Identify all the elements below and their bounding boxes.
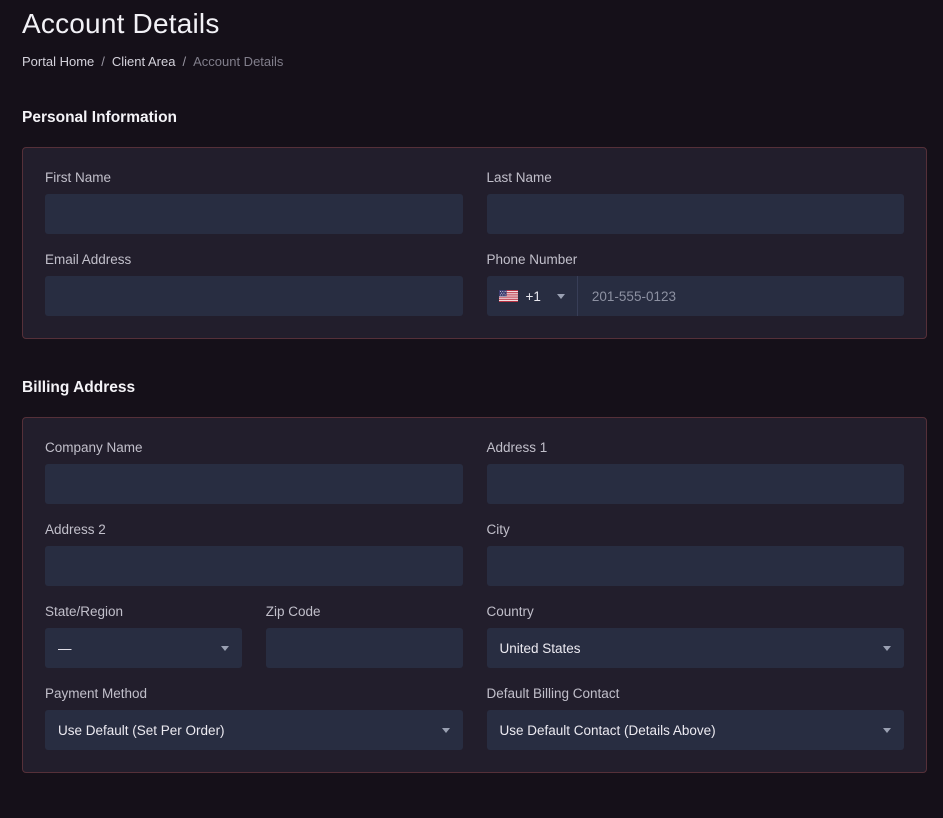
payment-method-label: Payment Method [45,686,463,701]
city-input[interactable] [487,546,905,586]
payment-method-value: Use Default (Set Per Order) [58,723,225,738]
email-address-input[interactable] [45,276,463,316]
us-flag-icon [499,290,518,302]
breadcrumb-client-area[interactable]: Client Area [112,54,176,69]
page-title: Account Details [22,8,927,40]
chevron-down-icon [883,646,891,651]
company-name-input[interactable] [45,464,463,504]
chevron-down-icon [883,728,891,733]
billing-address-heading: Billing Address [22,379,927,397]
address1-field: Address 1 [487,440,905,504]
dial-code-value: +1 [526,289,541,304]
payment-method-field: Payment Method Use Default (Set Per Orde… [45,686,463,750]
state-region-field: State/Region — [45,604,242,668]
breadcrumb-separator: / [182,54,186,69]
address1-label: Address 1 [487,440,905,455]
breadcrumb-portal-home[interactable]: Portal Home [22,54,94,69]
company-name-label: Company Name [45,440,463,455]
last-name-input[interactable] [487,194,905,234]
chevron-down-icon [442,728,450,733]
billing-address-card: Company Name Address 1 Address 2 City St… [22,417,927,773]
default-billing-contact-select[interactable]: Use Default Contact (Details Above) [487,710,905,750]
default-billing-contact-field: Default Billing Contact Use Default Cont… [487,686,905,750]
country-label: Country [487,604,905,619]
state-region-select[interactable]: — [45,628,242,668]
address1-input[interactable] [487,464,905,504]
address2-input[interactable] [45,546,463,586]
country-value: United States [500,641,581,656]
personal-information-heading: Personal Information [22,109,927,127]
last-name-field: Last Name [487,170,905,234]
email-address-field: Email Address [45,252,463,316]
phone-input-group: +1 [487,276,905,316]
chevron-down-icon [221,646,229,651]
address2-label: Address 2 [45,522,463,537]
chevron-down-icon [557,294,565,299]
zip-code-input[interactable] [266,628,463,668]
company-name-field: Company Name [45,440,463,504]
payment-method-select[interactable]: Use Default (Set Per Order) [45,710,463,750]
first-name-field: First Name [45,170,463,234]
default-billing-contact-value: Use Default Contact (Details Above) [500,723,716,738]
breadcrumb-current: Account Details [193,54,283,69]
breadcrumb-separator: / [101,54,105,69]
state-region-label: State/Region [45,604,242,619]
zip-code-field: Zip Code [266,604,463,668]
last-name-label: Last Name [487,170,905,185]
phone-number-label: Phone Number [487,252,905,267]
personal-information-card: First Name Last Name Email Address Phone… [22,147,927,339]
breadcrumb: Portal Home / Client Area / Account Deta… [22,54,927,69]
first-name-label: First Name [45,170,463,185]
zip-code-label: Zip Code [266,604,463,619]
state-zip-row: State/Region — Zip Code [45,604,463,668]
phone-number-field: Phone Number [487,252,905,316]
phone-number-input[interactable] [578,276,904,316]
address2-field: Address 2 [45,522,463,586]
country-select[interactable]: United States [487,628,905,668]
country-field: Country United States [487,604,905,668]
country-code-select[interactable]: +1 [487,276,578,316]
first-name-input[interactable] [45,194,463,234]
city-field: City [487,522,905,586]
account-details-page: Account Details Portal Home / Client Are… [0,0,943,791]
city-label: City [487,522,905,537]
email-address-label: Email Address [45,252,463,267]
default-billing-contact-label: Default Billing Contact [487,686,905,701]
state-region-value: — [58,641,72,656]
